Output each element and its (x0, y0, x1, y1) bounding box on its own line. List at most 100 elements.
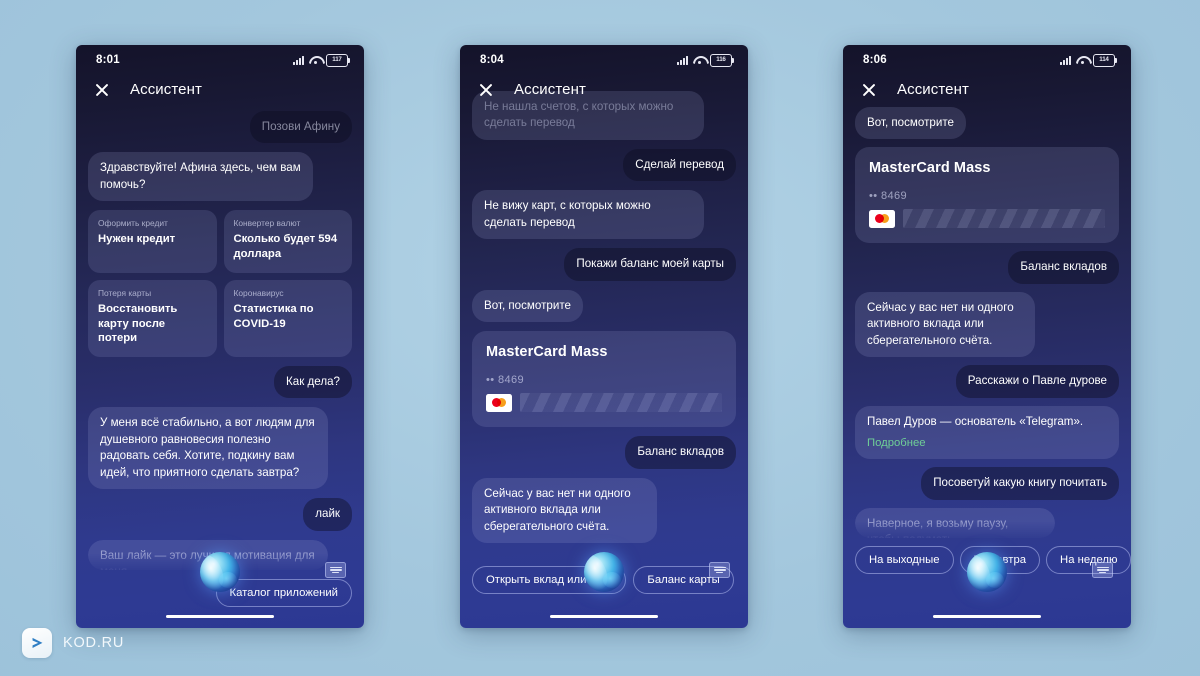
message-row: Вот, посмотрите (855, 107, 1119, 140)
phone-2-screen: 8:04 116 Ассистент Не нашла счетов, с ко… (460, 45, 748, 628)
suggestion-grid: Оформить кредит Нужен кредит Конвертер в… (88, 210, 352, 357)
assistant-orb-icon[interactable] (967, 552, 1007, 592)
message-row: Сейчас у вас нет ни одного активного вкл… (855, 291, 1119, 358)
home-indicator[interactable] (550, 614, 658, 618)
battery-icon: 116 (710, 53, 735, 67)
page-title: Ассистент (897, 81, 969, 98)
status-clock: 8:01 (96, 54, 120, 66)
card-brand-row (869, 209, 1105, 229)
more-details-link[interactable]: Подробнее (867, 435, 1107, 451)
status-bar: 8:06 114 (843, 45, 1131, 75)
user-message: Расскажи о Павле дурове (955, 365, 1119, 398)
assistant-bottom-bar (843, 540, 1131, 628)
suggestion-category: Коронавирус (233, 287, 284, 298)
message-row: Сейчас у вас нет ни одного активного вкл… (472, 477, 736, 543)
app-header: Ассистент (843, 75, 1131, 108)
suggestion-card[interactable]: Конвертер валют Сколько будет 594 доллар… (223, 210, 352, 273)
assistant-message: Наверное, я возьму паузу, чтобы подумать (855, 507, 1055, 538)
message-row: Не вижу карт, с которых можно сделать пе… (472, 190, 736, 240)
close-icon[interactable] (478, 82, 494, 98)
phone-1-screen: 8:01 117 Ассистент Позови Афину Здравств… (76, 45, 364, 628)
signal-bars-icon (677, 55, 688, 65)
mastercard-icon (486, 393, 512, 412)
suggestion-text: Нужен кредит (98, 233, 176, 246)
message-row: Наверное, я возьму паузу, чтобы подумать (855, 507, 1119, 538)
card-balance-placeholder (903, 209, 1105, 229)
suggestion-card[interactable]: Коронавирус Статистика по COVID-19 (223, 279, 352, 357)
user-message: Посоветуй какую книгу почитать (921, 467, 1119, 500)
status-icons: 117 (293, 53, 351, 67)
keyboard-icon[interactable] (709, 562, 730, 578)
watermark: KOD.RU (22, 628, 124, 658)
keyboard-icon[interactable] (325, 562, 346, 578)
wifi-icon (309, 55, 321, 65)
play-arrow-icon (22, 628, 52, 658)
assistant-bottom-bar (76, 540, 364, 628)
assistant-orb-icon[interactable] (584, 552, 624, 592)
home-indicator[interactable] (933, 614, 1041, 618)
assistant-message: Не вижу карт, с которых можно сделать пе… (472, 190, 704, 240)
suggestion-card[interactable]: Оформить кредит Нужен кредит (88, 210, 217, 273)
message-row: Расскажи о Павле дурове (855, 365, 1119, 398)
message-row: У меня всё стабильно, а вот людям для ду… (88, 407, 352, 490)
card-balance-placeholder (520, 393, 722, 413)
suggestion-text: Сколько будет 594 доллара (233, 233, 338, 261)
assistant-message: Вот, посмотрите (472, 289, 583, 323)
close-icon[interactable] (861, 82, 877, 98)
wifi-icon (693, 55, 705, 65)
status-bar: 8:04 116 (460, 45, 748, 75)
suggestion-card[interactable]: Потеря карты Восстановить карту после по… (88, 279, 217, 357)
assistant-message-text: Павел Дуров — основатель «Telegram». (867, 414, 1084, 428)
suggestion-category: Конвертер валют (233, 218, 301, 229)
user-message: Как дела? (274, 365, 352, 399)
assistant-message: Здравствуйте! Афина здесь, чем вам помоч… (88, 152, 313, 202)
battery-label: 114 (1099, 55, 1109, 63)
battery-icon: 114 (1093, 53, 1118, 67)
user-message: Баланс вкладов (625, 436, 736, 469)
signal-bars-icon (1060, 55, 1071, 65)
user-message: лайк (303, 498, 352, 531)
message-row: Как дела? (88, 365, 352, 399)
message-row: Покажи баланс моей карты (472, 248, 736, 281)
card-name: MasterCard Mass (869, 160, 991, 177)
message-row: Баланс вкладов (472, 436, 736, 469)
status-icons: 114 (1060, 53, 1118, 67)
status-icons: 116 (677, 53, 735, 67)
suggestion-text: Восстановить карту после потери (98, 302, 178, 345)
message-row: Павел Дуров — основатель «Telegram». Под… (855, 405, 1119, 460)
assistant-message: Сейчас у вас нет ни одного активного вкл… (855, 291, 1035, 358)
suggestion-text: Статистика по COVID-19 (233, 302, 314, 330)
card-widget[interactable]: MasterCard Mass •• 8469 (855, 147, 1119, 244)
message-row: Баланс вкладов (855, 251, 1119, 284)
suggestion-category: Потеря карты (98, 287, 152, 298)
assistant-bottom-bar (460, 540, 748, 628)
wifi-icon (1076, 55, 1088, 65)
message-row: Вот, посмотрите (472, 289, 736, 323)
app-header: Ассистент (76, 75, 364, 108)
message-row: Сделай перевод (472, 148, 736, 182)
battery-icon: 117 (326, 53, 351, 67)
status-bar: 8:01 117 (76, 45, 364, 75)
card-brand-row (486, 393, 722, 413)
close-icon[interactable] (94, 82, 110, 98)
home-indicator[interactable] (166, 614, 274, 618)
message-row: Посоветуй какую книгу почитать (855, 467, 1119, 500)
page-title: Ассистент (130, 81, 202, 98)
battery-label: 117 (332, 55, 342, 63)
mastercard-icon (869, 209, 895, 228)
card-name: MasterCard Mass (486, 344, 608, 361)
message-row: лайк (88, 498, 352, 531)
phone-3-screen: 8:06 114 Ассистент Вот, посмотрите Maste… (843, 45, 1131, 628)
app-header: Ассистент (460, 75, 748, 108)
watermark-brand: KOD.RU (63, 635, 125, 651)
card-widget[interactable]: MasterCard Mass •• 8469 (472, 331, 736, 428)
user-message: Позови Афину (249, 111, 352, 144)
card-number: •• 8469 (486, 374, 525, 387)
status-clock: 8:04 (480, 54, 504, 66)
card-number: •• 8469 (869, 190, 908, 203)
assistant-message-card: Павел Дуров — основатель «Telegram». Под… (855, 405, 1119, 460)
assistant-orb-icon[interactable] (200, 552, 240, 592)
keyboard-icon[interactable] (1092, 562, 1113, 578)
status-clock: 8:06 (863, 54, 887, 66)
user-message: Покажи баланс моей карты (564, 248, 736, 281)
